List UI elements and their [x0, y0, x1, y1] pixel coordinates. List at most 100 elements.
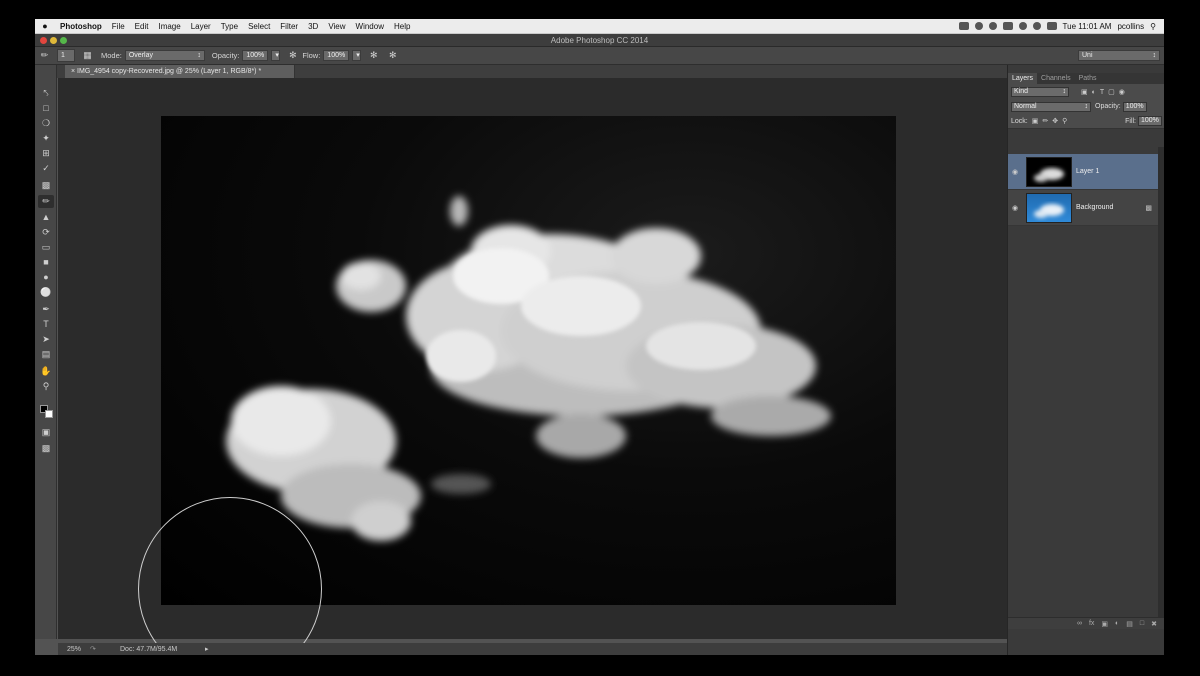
eye-icon[interactable]: ◉ — [1008, 168, 1022, 176]
opacity-slider-button[interactable]: ▾ — [271, 50, 281, 61]
path-selection-tool-icon[interactable]: ➤ — [38, 333, 54, 346]
document-tab[interactable]: × IMG_4954 copy-Recovered.jpg @ 25% (Lay… — [65, 65, 295, 78]
fx-icon[interactable]: fx — [1089, 620, 1094, 627]
window-title: Adobe Photoshop CC 2014 — [550, 36, 649, 45]
workspace-dropdown[interactable]: Uni ↕ — [1078, 50, 1160, 61]
background-color-swatch[interactable] — [45, 410, 53, 418]
user-name[interactable]: pcollins — [1117, 22, 1144, 31]
blur-tool-icon[interactable]: ● — [38, 271, 54, 284]
zoom-level[interactable]: 25% — [58, 646, 90, 653]
options-bar: ✏ 1 ▦ Mode: Overlay ↕ Opacity: 100% ▾ ✻ F… — [35, 47, 1164, 65]
minimize-window-button[interactable] — [50, 37, 57, 44]
zoom-window-button[interactable] — [60, 37, 67, 44]
layer-row-layer-1[interactable]: ◉ Layer 1 — [1008, 154, 1158, 190]
menu-filter[interactable]: Filter — [275, 22, 303, 31]
adjustment-layer-icon[interactable]: ◐ — [1115, 620, 1119, 627]
quick-select-tool-icon[interactable]: ✦ — [38, 132, 54, 145]
menu-view[interactable]: View — [323, 22, 350, 31]
hand-tool-icon[interactable]: ✋ — [38, 365, 54, 378]
panel-scrollbar[interactable] — [1158, 147, 1164, 617]
airplay-icon[interactable] — [1002, 22, 1013, 30]
filter-kind-dropdown[interactable]: Kind ↕ — [1011, 86, 1069, 97]
quick-mask-icon[interactable]: ▣ — [38, 426, 54, 439]
layer-thumbnail — [1026, 156, 1072, 187]
zoom-tool-icon[interactable]: ⚲ — [38, 380, 54, 393]
menu-select[interactable]: Select — [243, 22, 275, 31]
menu-help[interactable]: Help — [389, 22, 415, 31]
tab-layers[interactable]: Layers — [1008, 73, 1038, 84]
clone-stamp-tool-icon[interactable]: ▲ — [38, 211, 54, 224]
marquee-tool-icon[interactable]: □ — [38, 102, 54, 115]
sync-icon[interactable] — [974, 22, 983, 30]
apple-icon[interactable]: ● — [35, 21, 55, 31]
menu-layer[interactable]: Layer — [186, 22, 216, 31]
layer-name[interactable]: Layer 1 — [1076, 168, 1099, 175]
new-group-icon[interactable]: ▤ — [1126, 620, 1133, 628]
brush-tool-preset-icon[interactable]: ✏ — [39, 50, 50, 61]
export-icon[interactable]: ↷ — [90, 645, 120, 653]
layer-row-background[interactable]: ◉ Background ▩ — [1008, 190, 1158, 226]
battery-icon[interactable] — [1046, 22, 1057, 30]
flow-slider-button[interactable]: ▾ — [352, 50, 362, 61]
menu-type[interactable]: Type — [216, 22, 243, 31]
healing-brush-tool-icon[interactable]: ▩ — [38, 179, 54, 192]
brush-tool-icon[interactable]: ✏ — [38, 195, 54, 208]
lasso-tool-icon[interactable]: ❍ — [38, 117, 54, 130]
crop-tool-icon[interactable]: ⊞ — [38, 147, 54, 160]
clock[interactable]: Tue 11:01 AM — [1063, 22, 1112, 31]
pressure-size-icon[interactable]: ✻ — [387, 50, 398, 61]
brush-panel-icon[interactable]: ▦ — [82, 50, 93, 61]
mode-label: Mode: — [101, 51, 122, 60]
flow-label: Flow: — [302, 51, 321, 60]
flow-input[interactable]: 100% — [323, 50, 350, 61]
mode-dropdown[interactable]: Overlay ↕ — [124, 50, 205, 61]
move-tool-icon[interactable]: ⤣ — [38, 87, 54, 100]
add-mask-icon[interactable]: ▣ — [1101, 620, 1108, 628]
tab-paths[interactable]: Paths — [1075, 73, 1101, 84]
trash-icon[interactable]: ✖ — [1151, 620, 1157, 628]
link-layers-icon[interactable]: ∞ — [1077, 620, 1082, 627]
history-brush-tool-icon[interactable]: ⟳ — [38, 226, 54, 239]
eye-icon[interactable]: ◉ — [1008, 204, 1022, 212]
pressure-opacity-icon[interactable]: ✻ — [287, 50, 298, 61]
fill-value: 100% — [1141, 117, 1159, 124]
menu-image[interactable]: Image — [153, 22, 185, 31]
eraser-tool-icon[interactable]: ▭ — [38, 241, 54, 254]
airbrush-icon[interactable]: ✻ — [368, 50, 379, 61]
filter-type-icons[interactable]: ▣◐T▢◉ — [1081, 88, 1129, 96]
pen-tool-icon[interactable]: ✒ — [38, 303, 54, 316]
lock-row: Lock: ▣✏✥⚲ Fill: 100% — [1008, 114, 1164, 129]
document-tab-label: IMG_4954 copy-Recovered.jpg @ 25% (Layer… — [77, 68, 262, 75]
bluetooth-icon[interactable] — [988, 22, 997, 30]
layer-name[interactable]: Background — [1076, 204, 1113, 211]
fill-input[interactable]: 100% — [1138, 116, 1162, 126]
eyedropper-tool-icon[interactable]: ✓ — [38, 162, 54, 175]
blend-mode-dropdown[interactable]: Normal ↕ — [1011, 101, 1091, 112]
title-bar: Adobe Photoshop CC 2014 — [35, 34, 1164, 47]
new-layer-icon[interactable]: □ — [1140, 620, 1144, 627]
layer-opacity-input[interactable]: 100% — [1122, 101, 1147, 112]
menu-file[interactable]: File — [107, 22, 130, 31]
lock-options-icons[interactable]: ▣✏✥⚲ — [1032, 117, 1071, 125]
spotlight-search-icon[interactable]: ⚲ — [1150, 22, 1156, 31]
brush-size-picker[interactable]: 1 — [57, 49, 75, 62]
menu-photoshop[interactable]: Photoshop — [55, 22, 107, 31]
opacity-label: Opacity: — [211, 51, 240, 60]
menu-window[interactable]: Window — [351, 22, 389, 31]
tab-channels[interactable]: Channels — [1037, 73, 1075, 84]
menu-3d[interactable]: 3D — [303, 22, 323, 31]
chevron-icon: ↕ — [1062, 87, 1067, 95]
status-menu-arrow-icon[interactable]: ▸ — [205, 645, 209, 653]
canvas-area[interactable] — [58, 78, 1007, 655]
opacity-input[interactable]: 100% — [242, 50, 269, 61]
type-tool-icon[interactable]: T — [38, 318, 54, 331]
menu-edit[interactable]: Edit — [130, 22, 154, 31]
volume-icon[interactable] — [1018, 22, 1027, 30]
gradient-tool-icon[interactable]: ■ — [38, 256, 54, 269]
rectangle-tool-icon[interactable]: ▤ — [38, 348, 54, 361]
screen-mode-icon[interactable]: ▩ — [38, 442, 54, 455]
close-window-button[interactable] — [40, 37, 47, 44]
dodge-tool-icon[interactable]: ⚪ — [38, 286, 54, 299]
notification-icon[interactable] — [958, 22, 969, 30]
wifi-icon[interactable] — [1032, 22, 1041, 30]
